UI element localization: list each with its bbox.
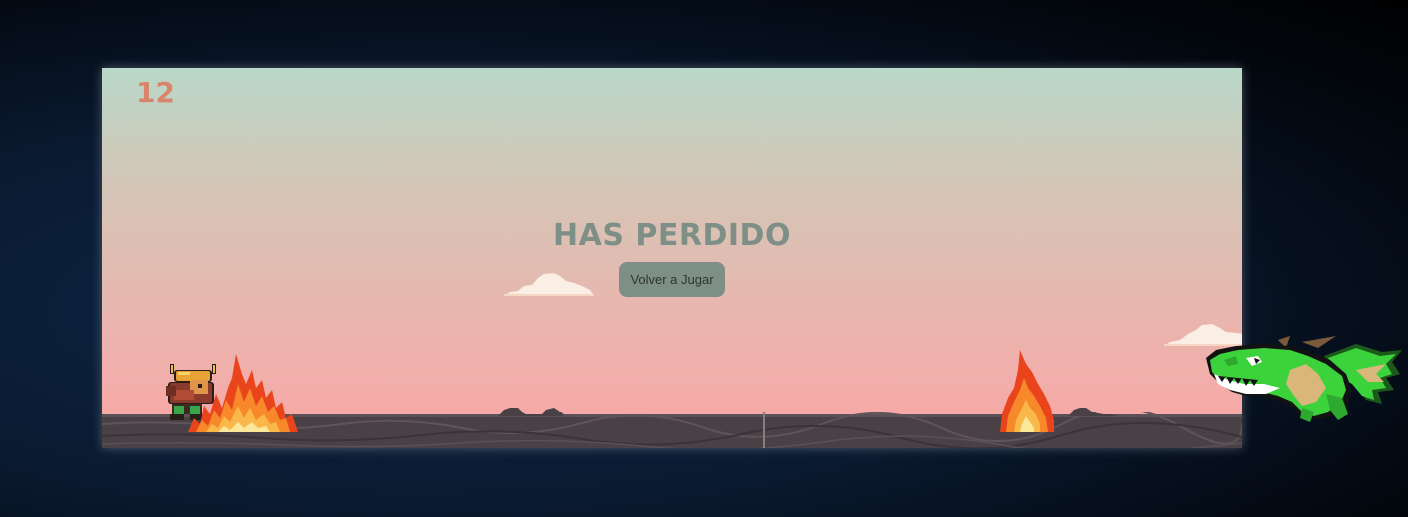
fire-obstacle (1000, 350, 1054, 432)
game-over-title: HAS PERDIDO (553, 218, 791, 253)
ground-rocks (498, 408, 564, 416)
fire-obstacle (188, 354, 298, 432)
game-canvas[interactable]: 12 HAS PERDIDO Volver a Jugar (102, 68, 1242, 448)
score-counter: 12 (136, 76, 175, 109)
play-again-button[interactable]: Volver a Jugar (619, 262, 725, 297)
ground-rocks (1068, 408, 1118, 416)
cloud (504, 273, 594, 296)
green-dragon (1206, 336, 1402, 422)
